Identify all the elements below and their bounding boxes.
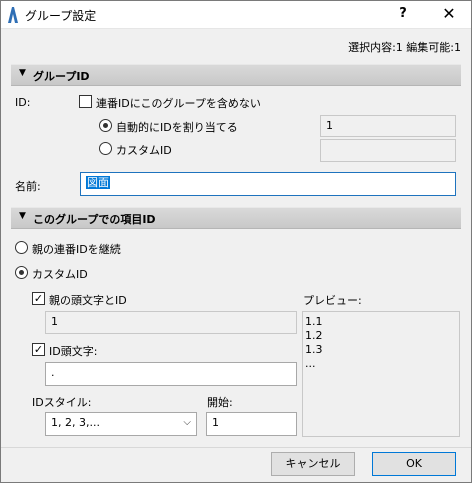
name-value: 図面 [86, 176, 110, 189]
id-prefix-label: ID頭文字: [49, 345, 98, 358]
ok-button[interactable]: OK [372, 452, 456, 476]
parent-prefix-field: 1 [45, 311, 297, 334]
auto-assign-radio[interactable] [99, 119, 112, 132]
section-title: このグループでの項目ID [33, 213, 156, 226]
preview-list: 1.1 1.2 1.3 ... [302, 311, 460, 437]
custom-id-radio[interactable] [99, 142, 112, 155]
start-label: 開始: [207, 396, 233, 409]
group-id-section-header[interactable]: ▼ グループID [11, 64, 461, 86]
radio-selected-dot [103, 123, 108, 128]
collapse-triangle-icon: ▼ [19, 68, 26, 78]
auto-assign-label: 自動的にIDを割り当てる [116, 121, 238, 134]
inherit-numbering-label: 親の連番IDを継続 [32, 243, 121, 256]
id-prefix-input[interactable]: . [45, 362, 297, 386]
id-prefix-checkbox[interactable]: ✓ [32, 343, 45, 356]
radio-selected-dot [19, 270, 24, 275]
title-bar: グループ設定 ? ✕ [1, 1, 471, 29]
preview-line: ... [305, 357, 316, 370]
exclude-from-numbering-checkbox[interactable] [79, 95, 92, 108]
exclude-from-numbering-label: 連番IDにこのグループを含めない [96, 97, 261, 110]
item-id-section-header[interactable]: ▼ このグループでの項目ID [11, 207, 461, 229]
preview-line: 1.1 [305, 315, 323, 328]
section-title: グループID [33, 70, 90, 83]
preview-line: 1.3 [305, 343, 323, 356]
item-custom-id-label: カスタムID [32, 268, 88, 281]
footer-divider [1, 447, 471, 448]
selection-status: 選択内容:1 編集可能:1 [348, 41, 461, 54]
cancel-button[interactable]: キャンセル [271, 452, 355, 476]
close-button[interactable]: ✕ [431, 3, 467, 27]
id-style-label: IDスタイル: [32, 396, 92, 409]
name-input[interactable]: 図面 [80, 172, 456, 196]
preview-label: プレビュー: [303, 294, 362, 307]
custom-id-label: カスタムID [116, 144, 172, 157]
id-style-value: 1, 2, 3,... [51, 416, 100, 429]
custom-id-field [320, 139, 456, 162]
auto-id-field: 1 [320, 115, 456, 137]
parent-prefix-checkbox[interactable]: ✓ [32, 292, 45, 305]
collapse-triangle-icon: ▼ [19, 211, 26, 221]
id-style-dropdown[interactable]: 1, 2, 3,... ⌵ [45, 412, 197, 436]
item-custom-id-radio[interactable] [15, 266, 28, 279]
parent-prefix-label: 親の頭文字とID [49, 294, 127, 307]
dialog-window: グループ設定 ? ✕ 選択内容:1 編集可能:1 ▼ グループID ID: 連番… [0, 0, 472, 483]
help-button[interactable]: ? [385, 3, 421, 27]
id-label: ID: [15, 96, 31, 109]
inherit-numbering-radio[interactable] [15, 241, 28, 254]
app-icon [8, 7, 18, 23]
window-title: グループ設定 [25, 9, 97, 23]
start-input[interactable]: 1 [206, 412, 297, 436]
name-label: 名前: [15, 180, 41, 193]
chevron-down-icon: ⌵ [183, 417, 191, 428]
preview-line: 1.2 [305, 329, 323, 342]
